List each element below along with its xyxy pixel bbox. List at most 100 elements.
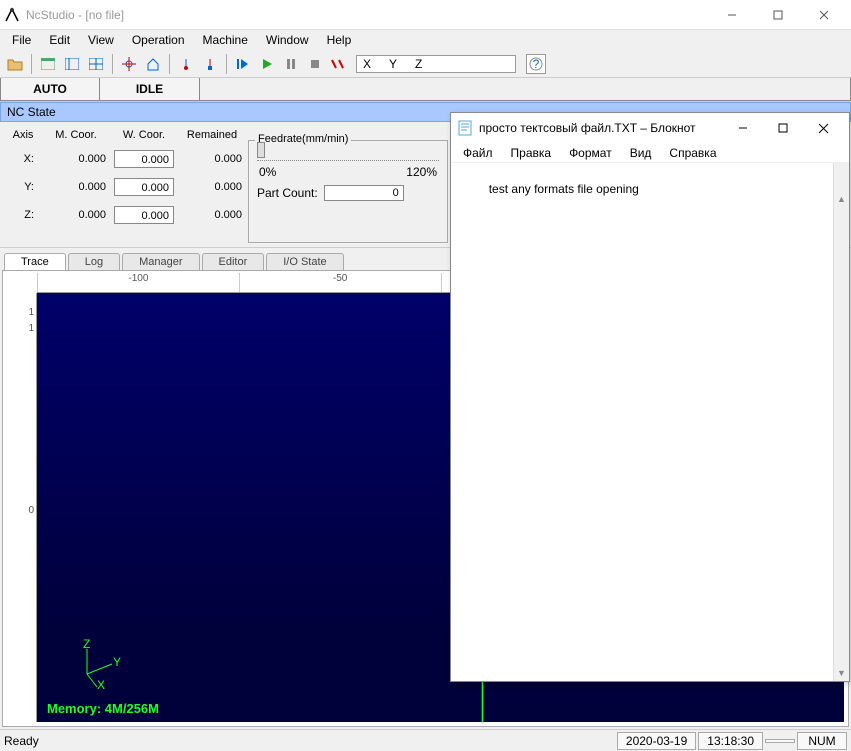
np-menu-edit[interactable]: Правка [503,144,560,162]
col-axis: Axis [8,129,38,141]
col-wcoor: W. Coor. [114,129,174,141]
status-num: NUM [797,732,847,750]
ruler-h-tick: -100 [37,273,239,292]
titlebar: NcStudio - [no file] [0,0,851,30]
state-mode: AUTO [0,78,100,101]
coord-display: X Y Z [356,55,516,73]
zero-xy-icon[interactable] [175,53,197,75]
open-icon[interactable] [4,53,26,75]
state-run: IDLE [100,78,200,101]
app-icon [4,7,20,23]
grid-icon[interactable] [85,53,107,75]
notepad-maximize-button[interactable] [763,114,803,142]
menu-bar: File Edit View Operation Machine Window … [0,30,851,50]
menu-view[interactable]: View [80,31,122,49]
notepad-textarea[interactable]: test any formats file opening ▲ ▼ [451,163,849,681]
feed-scale-hi: 120% [406,165,437,179]
origin-icon[interactable] [118,53,140,75]
notepad-minimize-button[interactable] [723,114,763,142]
tab-iostate[interactable]: I/O State [266,253,343,270]
ruler-v-tick: 1 [28,307,34,318]
axis-z-r: 0.000 [182,209,242,221]
menu-edit[interactable]: Edit [41,31,78,49]
memory-status: Memory: 4M/256M [47,701,159,716]
feedrate-panel: Feedrate(mm/min) 0% 120% Part Count: [248,140,448,243]
pause-icon[interactable] [280,53,302,75]
notepad-content: test any formats file opening [489,182,639,196]
feedrate-slider[interactable] [257,145,439,161]
notepad-close-button[interactable] [803,114,843,142]
play-icon[interactable] [256,53,278,75]
reset-icon[interactable] [328,53,350,75]
toolbar: X Y Z ? [0,50,851,78]
axis-z-letter: Z [83,639,90,651]
coord-x-label: X [363,57,371,71]
part-count-label: Part Count: [257,186,318,200]
step-icon[interactable] [232,53,254,75]
axis-grid: Axis M. Coor. W. Coor. Remained X: 0.000… [8,126,242,243]
feed-scale-lo: 0% [259,165,276,179]
menu-file[interactable]: File [4,31,39,49]
status-time: 13:18:30 [698,732,763,750]
menu-machine[interactable]: Machine [195,31,256,49]
scroll-down-icon[interactable]: ▼ [834,665,849,681]
home-icon[interactable] [142,53,164,75]
axis-y-m: 0.000 [46,181,106,193]
coord-z-label: Z [415,57,422,71]
status-ready: Ready [4,734,615,748]
notepad-title: просто тектсовый файл.TXT – Блокнот [479,121,723,135]
maximize-button[interactable] [755,0,801,30]
notepad-menu: Файл Правка Формат Вид Справка [451,143,849,163]
axis-y-label: Y: [8,181,38,193]
ruler-vertical: 1 1 0 [17,293,37,722]
tab-manager[interactable]: Manager [122,253,199,270]
close-button[interactable] [801,0,847,30]
axis-y-letter: Y [113,655,121,669]
status-blank [765,739,795,743]
svg-text:?: ? [533,57,540,71]
state-row: AUTO IDLE [0,78,851,102]
part-count-input[interactable] [324,185,404,201]
window-icon[interactable] [37,53,59,75]
status-bar: Ready 2020-03-19 13:18:30 NUM [0,729,851,751]
axis-y-w[interactable]: 0.000 [114,178,174,196]
axis-indicator: Z Y X [77,639,127,692]
tab-trace[interactable]: Trace [4,253,66,270]
menu-operation[interactable]: Operation [124,31,193,49]
scroll-up-icon[interactable]: ▲ [834,191,849,207]
np-menu-help[interactable]: Справка [661,144,724,162]
notepad-titlebar[interactable]: просто тектсовый файл.TXT – Блокнот [451,113,849,143]
axis-z-label: Z: [8,209,38,221]
axis-y-r: 0.000 [182,181,242,193]
axis-x-letter: X [97,678,105,689]
axis-x-label: X: [8,153,38,165]
np-menu-file[interactable]: Файл [455,144,501,162]
notepad-icon [457,120,473,136]
help-icon[interactable]: ? [526,54,546,74]
col-remained: Remained [182,129,242,141]
axis-z-m: 0.000 [46,209,106,221]
menu-help[interactable]: Help [319,31,360,49]
menu-window[interactable]: Window [258,31,317,49]
notepad-scrollbar[interactable]: ▲ ▼ [833,163,849,681]
np-menu-format[interactable]: Формат [561,144,620,162]
ruler-v-tick: 0 [28,505,34,516]
panel-icon[interactable] [61,53,83,75]
coord-y-label: Y [389,57,397,71]
ruler-v-tick: 1 [28,323,34,334]
status-date: 2020-03-19 [617,732,696,750]
axis-z-w[interactable]: 0.000 [114,206,174,224]
axis-x-r: 0.000 [182,153,242,165]
zero-z-icon[interactable] [199,53,221,75]
feedrate-legend: Feedrate(mm/min) [255,133,351,145]
tab-log[interactable]: Log [68,253,120,270]
stop-icon[interactable] [304,53,326,75]
notepad-window[interactable]: просто тектсовый файл.TXT – Блокнот Файл… [450,112,850,682]
state-spacer [200,78,851,101]
tab-editor[interactable]: Editor [202,253,265,270]
minimize-button[interactable] [709,0,755,30]
axis-x-w[interactable]: 0.000 [114,150,174,168]
np-menu-view[interactable]: Вид [622,144,660,162]
ruler-h-tick: -50 [239,273,441,292]
col-mcoor: M. Coor. [46,129,106,141]
